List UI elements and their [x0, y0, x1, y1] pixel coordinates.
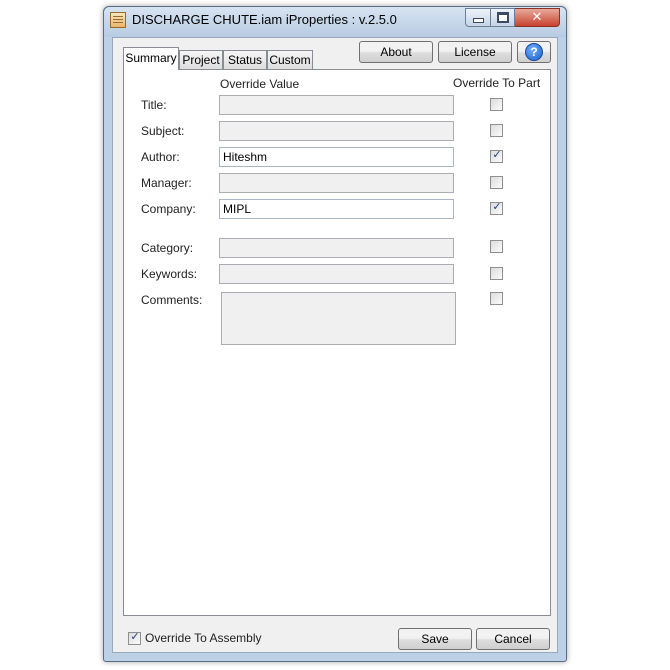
tab-summary[interactable]: Summary: [123, 47, 179, 70]
manager-field[interactable]: [219, 173, 454, 193]
category-label: Category:: [141, 241, 194, 255]
override-to-assembly-checkbox[interactable]: [128, 630, 141, 645]
subject-override-checkbox[interactable]: [490, 124, 503, 137]
override-to-assembly-label[interactable]: Override To Assembly: [145, 631, 262, 645]
author-field[interactable]: Hiteshm: [219, 147, 454, 167]
company-label: Company:: [141, 202, 196, 216]
summary-panel: Override Value Override To Part Title: S…: [123, 69, 551, 616]
keywords-label: Keywords:: [141, 267, 198, 281]
minimize-icon: [472, 18, 484, 23]
about-button[interactable]: About: [359, 41, 433, 63]
dialog-client-area: Summary Project Status Custom About Lice…: [112, 37, 558, 653]
window-controls: ✕: [465, 8, 560, 27]
tab-custom-label: Custom: [269, 53, 311, 67]
maximize-button[interactable]: [491, 8, 515, 27]
category-override-checkbox[interactable]: [490, 240, 503, 253]
override-value-header: Override Value: [220, 77, 300, 91]
title-override-checkbox[interactable]: [490, 98, 503, 111]
manager-label: Manager:: [141, 176, 192, 190]
iproperties-window: DISCHARGE CHUTE.iam iProperties : v.2.5.…: [103, 6, 567, 662]
tab-summary-label: Summary: [125, 51, 177, 65]
comments-label: Comments:: [141, 293, 203, 307]
title-label: Title:: [141, 98, 167, 112]
tab-custom[interactable]: Custom: [267, 50, 313, 70]
override-to-part-header: Override To Part: [453, 76, 541, 90]
title-bar[interactable]: DISCHARGE CHUTE.iam iProperties : v.2.5.…: [104, 7, 566, 35]
window-title: DISCHARGE CHUTE.iam iProperties : v.2.5.…: [132, 12, 397, 27]
comments-field[interactable]: [221, 292, 456, 345]
tab-project[interactable]: Project: [179, 50, 223, 70]
subject-label: Subject:: [141, 124, 185, 138]
category-field[interactable]: [219, 238, 454, 258]
close-button[interactable]: ✕: [515, 8, 560, 27]
iproperties-app-icon: [110, 12, 126, 28]
tab-project-label: Project: [182, 53, 220, 67]
company-field[interactable]: MIPL: [219, 199, 454, 219]
keywords-override-checkbox[interactable]: [490, 267, 503, 280]
author-label: Author:: [141, 150, 180, 164]
license-button[interactable]: License: [438, 41, 512, 63]
help-icon: ?: [525, 43, 543, 61]
tab-status[interactable]: Status: [223, 50, 267, 70]
company-override-checkbox[interactable]: [490, 200, 503, 215]
comments-override-checkbox[interactable]: [490, 292, 503, 305]
keywords-field[interactable]: [219, 264, 454, 284]
close-icon: ✕: [531, 10, 543, 25]
tab-status-label: Status: [227, 53, 263, 67]
maximize-icon: [496, 12, 509, 23]
help-button[interactable]: ?: [517, 41, 551, 63]
minimize-button[interactable]: [465, 8, 491, 27]
manager-override-checkbox[interactable]: [490, 176, 503, 189]
title-field[interactable]: [219, 95, 454, 115]
save-button[interactable]: Save: [398, 628, 472, 650]
subject-field[interactable]: [219, 121, 454, 141]
author-override-checkbox[interactable]: [490, 148, 503, 163]
cancel-button[interactable]: Cancel: [476, 628, 550, 650]
